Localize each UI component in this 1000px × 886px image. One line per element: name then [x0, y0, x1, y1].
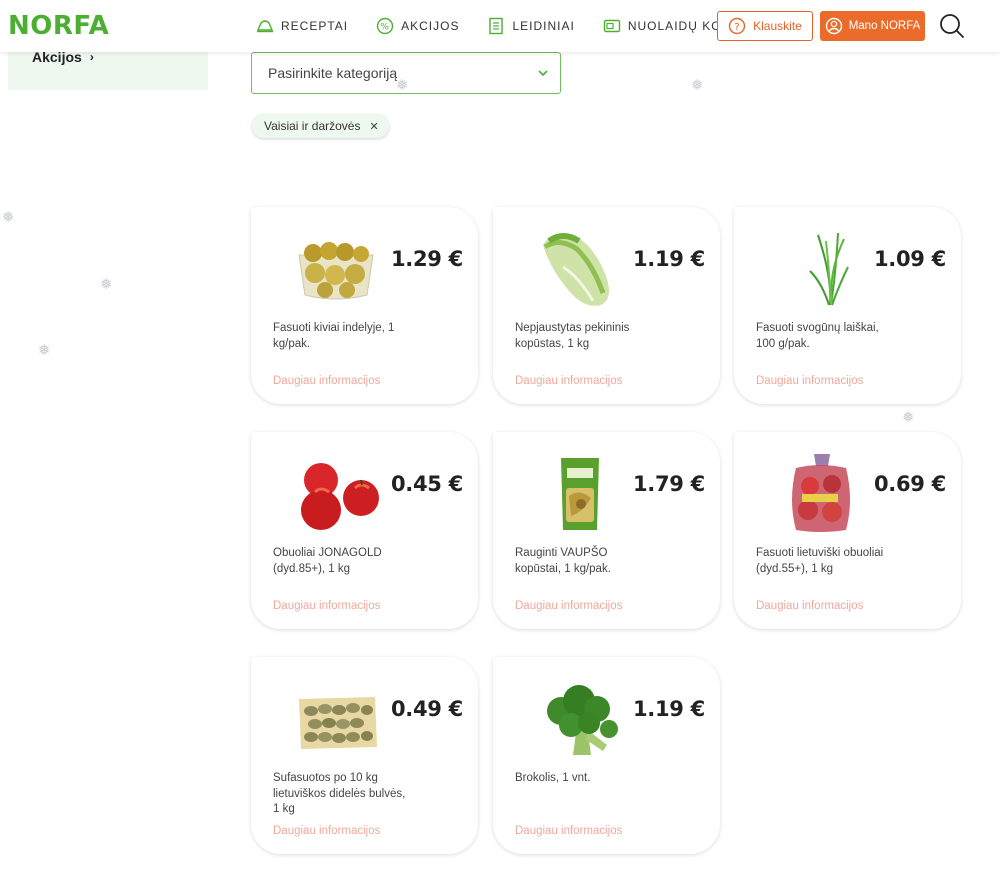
chevron-down-icon	[538, 70, 548, 77]
account-button-label: Mano NORFA	[848, 20, 921, 32]
more-info-link[interactable]: Daugiau informacijos	[273, 600, 380, 612]
more-info-link[interactable]: Daugiau informacijos	[515, 375, 622, 387]
svg-text:%: %	[380, 23, 390, 33]
more-info-link[interactable]: Daugiau informacijos	[756, 600, 863, 612]
bagged-apples-image	[792, 454, 850, 532]
account-button[interactable]: Mano NORFA	[820, 11, 925, 41]
broccoli-image	[547, 685, 618, 755]
chevron-right-icon: ›	[89, 50, 94, 64]
ask-button[interactable]: ? Klauskite	[717, 11, 813, 41]
product-card[interactable]: 1.29 € Fasuoti kiviai indelyje, 1 kg/pak…	[251, 207, 478, 404]
discount-card-icon	[603, 19, 621, 33]
nav-label: AKCIJOS	[401, 19, 460, 33]
sauerkraut-pack-image	[561, 458, 599, 530]
norfa-logo[interactable]: NORFA	[8, 10, 109, 42]
product-price: 1.19 €	[633, 697, 705, 721]
nav-item-receptai[interactable]: RECEPTAI	[256, 17, 348, 35]
nav-item-leidiniai[interactable]: LEIDINIAI	[487, 17, 574, 35]
more-info-link[interactable]: Daugiau informacijos	[756, 375, 863, 387]
snowflake-icon: ❅	[38, 342, 51, 359]
snowflake-icon: ❅	[100, 276, 113, 293]
product-card[interactable]: 1.19 € Nepjaustytas pekininis kopūstas, …	[493, 207, 720, 404]
logo-text: NORFA	[8, 11, 110, 41]
site-header: NORFA RECEPTAI % AKCIJOS LEIDINIAI NUOLA…	[0, 0, 1000, 52]
nav-label: RECEPTAI	[281, 19, 349, 33]
percent-icon: %	[376, 17, 394, 35]
active-filter-chip: Vaisiai ir daržovės ✕	[252, 114, 389, 138]
snowflake-icon: ❅	[396, 77, 409, 94]
snowflake-icon: ❅	[691, 77, 704, 94]
product-name: Fasuoti svogūnų laiškai, 100 g/pak.	[756, 322, 879, 350]
green-onion-image	[809, 232, 849, 306]
close-icon[interactable]: ✕	[369, 120, 378, 133]
leaflet-icon	[489, 17, 504, 35]
filter-chip-label: Vaisiai ir daržovės	[264, 119, 361, 133]
product-card[interactable]: 1.09 € Fasuoti svogūnų laiškai, 100 g/pa…	[734, 207, 961, 404]
nav-label: LEIDINIAI	[512, 19, 575, 33]
product-price: 1.79 €	[633, 472, 705, 496]
product-price: 0.49 €	[391, 697, 463, 721]
category-select-placeholder: Pasirinkite kategoriją	[268, 65, 398, 81]
snowflake-icon: ❅	[902, 409, 915, 426]
more-info-link[interactable]: Daugiau informacijos	[273, 825, 380, 837]
chinese-cabbage-image	[543, 233, 609, 306]
more-info-link[interactable]: Daugiau informacijos	[515, 825, 622, 837]
potato-sack-image	[299, 697, 377, 749]
product-name: Obuoliai JONAGOLD (dyd.85+), 1 kg	[273, 547, 382, 575]
product-name: Brokolis, 1 vnt.	[515, 772, 591, 784]
kiwi-tray-image	[298, 242, 374, 300]
question-circle-icon: ?	[728, 17, 746, 35]
product-price: 0.45 €	[391, 472, 463, 496]
product-name: Fasuoti lietuviški obuoliai (dyd.55+), 1…	[756, 547, 884, 575]
user-circle-icon	[825, 17, 842, 35]
product-price: 1.19 €	[633, 247, 705, 271]
snowflake-icon: ❅	[2, 209, 15, 226]
product-card[interactable]: 0.49 € Sufasuotos po 10 kg lietuviškos d…	[251, 657, 478, 854]
product-card[interactable]: 0.45 € Obuoliai JONAGOLD (dyd.85+), 1 kg…	[251, 432, 478, 629]
search-icon[interactable]	[938, 12, 966, 40]
more-info-link[interactable]: Daugiau informacijos	[515, 600, 622, 612]
product-price: 0.69 €	[874, 472, 946, 496]
more-info-link[interactable]: Daugiau informacijos	[273, 375, 380, 387]
red-apples-image	[301, 463, 379, 530]
main-nav: RECEPTAI % AKCIJOS LEIDINIAI NUOLAIDŲ KO…	[256, 12, 793, 40]
product-name: Rauginti VAUPŠO kopūstai, 1 kg/pak.	[515, 547, 611, 575]
product-price: 1.29 €	[391, 247, 463, 271]
nav-item-akcijos[interactable]: % AKCIJOS	[376, 17, 459, 35]
product-card[interactable]: 1.79 € Rauginti VAUPŠO kopūstai, 1 kg/pa…	[493, 432, 720, 629]
ask-button-label: Klauskite	[753, 19, 802, 33]
recipe-hat-icon	[256, 20, 274, 33]
product-card[interactable]: 0.69 € Fasuoti lietuviški obuoliai (dyd.…	[734, 432, 961, 629]
product-name: Sufasuotos po 10 kg lietuviškos didelės …	[273, 772, 406, 815]
product-name: Nepjaustytas pekininis kopūstas, 1 kg	[515, 322, 630, 350]
product-name: Fasuoti kiviai indelyje, 1 kg/pak.	[273, 322, 395, 350]
product-price: 1.09 €	[874, 247, 946, 271]
product-card[interactable]: 1.19 € Brokolis, 1 vnt. Daugiau informac…	[493, 657, 720, 854]
svg-text:?: ?	[734, 22, 739, 33]
